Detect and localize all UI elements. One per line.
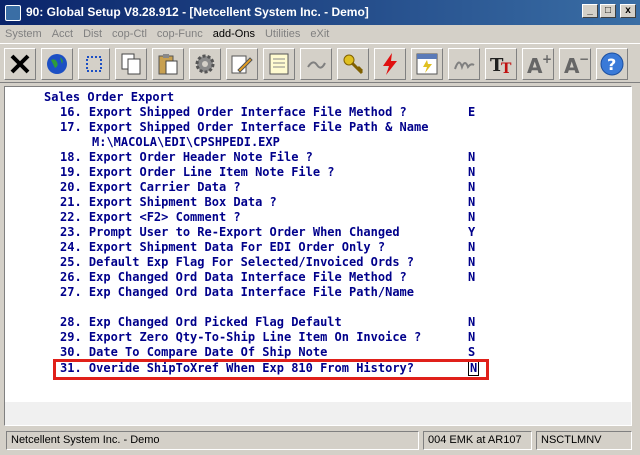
svg-text:T: T xyxy=(501,61,512,76)
signature-pen-icon[interactable] xyxy=(300,48,332,80)
edit-icon[interactable] xyxy=(226,48,258,80)
option-18-label: 18. Export Order Header Note File ? xyxy=(60,150,313,164)
option-23-value[interactable]: Y xyxy=(468,225,475,240)
option-21-value[interactable]: N xyxy=(468,195,475,210)
font-smaller-icon[interactable]: A − xyxy=(559,48,591,80)
status-session: 004 EMK at AR107 xyxy=(423,431,532,450)
form-screen: Sales Order Export 16. Export Shipped Or… xyxy=(4,86,632,426)
option-18-value[interactable]: N xyxy=(468,150,475,165)
menu-cop-ctl[interactable]: cop-Ctl xyxy=(107,28,152,40)
settings-gear-icon[interactable] xyxy=(189,48,221,80)
svg-text:−: − xyxy=(579,52,588,66)
svg-text:?: ? xyxy=(607,55,616,74)
lightning-icon[interactable] xyxy=(374,48,406,80)
app-icon xyxy=(5,5,21,21)
globe-icon[interactable] xyxy=(41,48,73,80)
menu-bar: System Acct Dist cop-Ctl cop-Func add-On… xyxy=(0,25,640,43)
option-17-label: 17. Export Shipped Order Interface File … xyxy=(60,120,429,134)
paste-icon[interactable] xyxy=(152,48,184,80)
option-20-label: 20. Export Carrier Data ? xyxy=(60,180,241,194)
minimize-button[interactable]: _ xyxy=(582,4,598,18)
option-23-label: 23. Prompt User to Re-Export Order When … xyxy=(60,225,400,239)
option-24-value[interactable]: N xyxy=(468,240,475,255)
window-title: 90: Global Setup V8.28.912 - [Netcellent… xyxy=(26,5,369,19)
menu-utilities[interactable]: Utilities xyxy=(260,28,305,40)
option-19-label: 19. Export Order Line Item Note File ? xyxy=(60,165,335,179)
notes-icon[interactable] xyxy=(263,48,295,80)
screen-heading: Sales Order Export xyxy=(44,90,175,104)
option-17-path-value[interactable]: M:\MACOLA\EDI\CPSHPEDI.EXP xyxy=(92,135,280,150)
select-icon[interactable] xyxy=(78,48,110,80)
option-29-label: 29. Export Zero Qty-To-Ship Line Item On… xyxy=(60,330,422,344)
option-21-label: 21. Export Shipment Box Data ? xyxy=(60,195,277,209)
option-27-label: 27. Exp Changed Ord Data Interface File … xyxy=(60,285,415,299)
keys-icon[interactable] xyxy=(337,48,369,80)
svg-text:A: A xyxy=(564,54,580,76)
option-22-value[interactable]: N xyxy=(468,210,475,225)
window-titlebar: 90: Global Setup V8.28.912 - [Netcellent… xyxy=(0,0,640,25)
option-30-value[interactable]: S xyxy=(468,345,475,360)
status-company: Netcellent System Inc. - Demo xyxy=(6,431,419,450)
toolbar: TT A + A − ? xyxy=(0,43,640,83)
exit-icon[interactable] xyxy=(4,48,36,80)
option-19-value[interactable]: N xyxy=(468,165,475,180)
menu-exit[interactable]: eXit xyxy=(305,28,334,40)
font-larger-icon[interactable]: A + xyxy=(522,48,554,80)
menu-cop-func[interactable]: cop-Func xyxy=(152,28,208,40)
option-28-value[interactable]: N xyxy=(468,315,475,330)
report-icon[interactable] xyxy=(411,48,443,80)
option-16-label: 16. Export Shipped Order Interface File … xyxy=(60,105,407,119)
font-icon[interactable]: TT xyxy=(485,48,517,80)
status-machine: NSCTLMNV xyxy=(536,431,632,450)
option-26-value[interactable]: N xyxy=(468,270,475,285)
menu-add-ons[interactable]: add-Ons xyxy=(208,28,260,40)
option-25-label: 25. Default Exp Flag For Selected/Invoic… xyxy=(60,255,415,269)
option-25-value[interactable]: N xyxy=(468,255,475,270)
option-24-label: 24. Export Shipment Data For EDI Order O… xyxy=(60,240,386,254)
option-26-label: 26. Exp Changed Ord Data Interface File … xyxy=(60,270,407,284)
help-icon[interactable]: ? xyxy=(596,48,628,80)
svg-text:+: + xyxy=(542,52,551,66)
maximize-button[interactable]: □ xyxy=(600,4,616,18)
option-22-label: 22. Export <F2> Comment ? xyxy=(60,210,241,224)
option-20-value[interactable]: N xyxy=(468,180,475,195)
signature-icon[interactable] xyxy=(448,48,480,80)
window-controls: _ □ x xyxy=(582,4,636,18)
option-30-label: 30. Date To Compare Date Of Ship Note xyxy=(60,345,328,359)
status-bar: Netcellent System Inc. - Demo 004 EMK at… xyxy=(6,431,636,451)
menu-acct[interactable]: Acct xyxy=(47,28,78,40)
option-28-label: 28. Exp Changed Ord Picked Flag Default xyxy=(60,315,342,329)
highlight-box xyxy=(53,359,489,380)
option-16-value[interactable]: E xyxy=(468,105,475,120)
copy-icon[interactable] xyxy=(115,48,147,80)
option-29-value[interactable]: N xyxy=(468,330,475,345)
screen-footer-area xyxy=(5,402,631,425)
svg-text:A: A xyxy=(527,54,543,76)
menu-system[interactable]: System xyxy=(0,28,47,40)
close-button[interactable]: x xyxy=(620,4,636,18)
menu-dist[interactable]: Dist xyxy=(78,28,107,40)
